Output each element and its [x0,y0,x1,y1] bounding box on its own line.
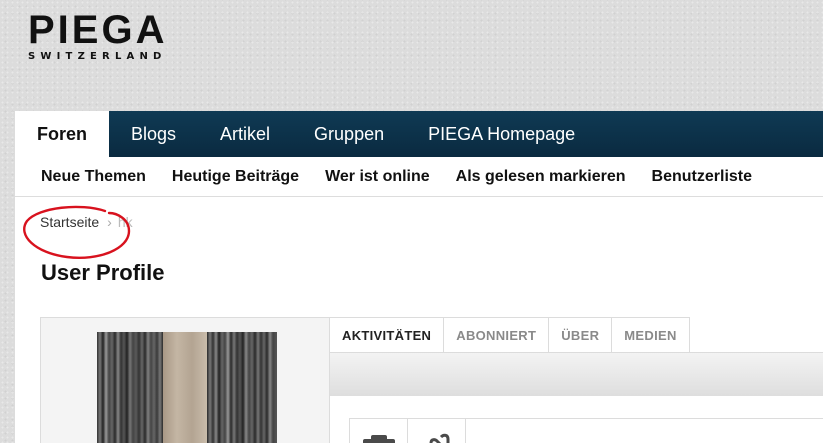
link-button[interactable] [408,419,466,443]
breadcrumb: Startseite › hk [40,214,133,230]
breadcrumb-home[interactable]: Startseite [40,214,99,230]
page-title: User Profile [41,260,165,285]
secondary-nav: Neue Themen Heutige Beiträge Wer ist onl… [15,157,823,197]
profile-sidebar [40,317,330,443]
nav-tab-blogs[interactable]: Blogs [109,111,198,157]
post-composer [349,418,823,443]
primary-nav: Foren Blogs Artikel Gruppen PIEGA Homepa… [15,111,823,157]
profile-tabs: AKTIVITÄTEN ABONNIERT ÜBER MEDIEN [329,317,823,353]
logo-tagline: SWITZERLAND [28,51,167,62]
main-panel: Foren Blogs Artikel Gruppen PIEGA Homepa… [15,111,823,443]
subnav-neue-themen[interactable]: Neue Themen [41,168,146,186]
photo-button[interactable] [350,419,408,443]
nav-tab-foren[interactable]: Foren [15,111,109,157]
nav-tab-label: Gruppen [314,123,385,144]
nav-tab-artikel[interactable]: Artikel [198,111,292,157]
subnav-als-gelesen-markieren[interactable]: Als gelesen markieren [456,168,626,186]
link-icon [429,433,449,443]
nav-tab-label: Foren [37,123,88,144]
tab-aktivitaeten[interactable]: AKTIVITÄTEN [329,317,445,352]
avatar[interactable] [97,332,277,443]
logo-wordmark: PIEGA [28,8,168,52]
nav-tab-piega-homepage[interactable]: PIEGA Homepage [406,111,597,157]
breadcrumb-current: hk [117,214,133,230]
tab-ueber[interactable]: ÜBER [549,317,613,352]
subnav-heutige-beitraege[interactable]: Heutige Beiträge [172,168,299,186]
site-logo[interactable]: PIEGA SWITZERLAND [28,10,167,62]
nav-tab-label: Artikel [220,123,271,144]
activity-toolbar [329,353,823,396]
nav-tab-label: PIEGA Homepage [428,123,576,144]
chevron-right-icon: › [107,214,112,230]
nav-tab-gruppen[interactable]: Gruppen [292,111,406,157]
subnav-benutzerliste[interactable]: Benutzerliste [652,168,752,186]
tab-medien[interactable]: MEDIEN [612,317,690,352]
subnav-wer-ist-online[interactable]: Wer ist online [325,168,430,186]
tab-abonniert[interactable]: ABONNIERT [444,317,550,352]
nav-tab-label: Blogs [131,123,177,144]
camera-icon [362,435,395,443]
